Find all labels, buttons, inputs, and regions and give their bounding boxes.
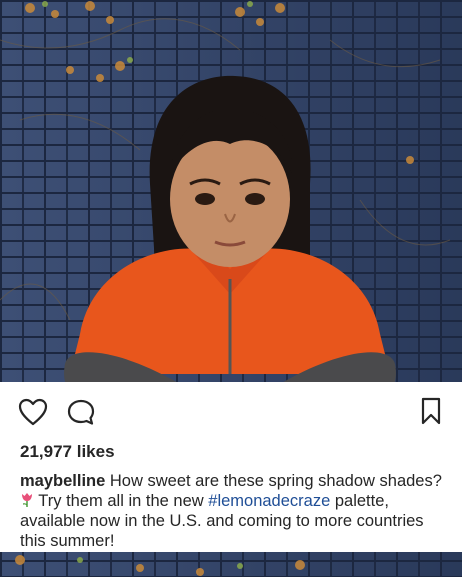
bookmark-icon[interactable] xyxy=(420,397,442,425)
caption-hashtag[interactable]: #lemonadecraze xyxy=(208,492,330,510)
caption-text-2: Try them all in the new xyxy=(38,492,204,510)
heart-icon[interactable] xyxy=(18,398,48,426)
caption-text-1: How sweet are these spring shadow shades… xyxy=(109,472,442,490)
likes-count[interactable]: 21,977 likes xyxy=(20,442,115,462)
comment-icon[interactable] xyxy=(66,398,96,426)
caption-username[interactable]: maybelline xyxy=(20,472,105,490)
post-caption: maybelline How sweet are these spring sh… xyxy=(20,471,450,551)
post-card: 21,977 likes maybelline How sweet are th… xyxy=(0,382,462,552)
tulip-emoji-icon xyxy=(22,493,32,507)
